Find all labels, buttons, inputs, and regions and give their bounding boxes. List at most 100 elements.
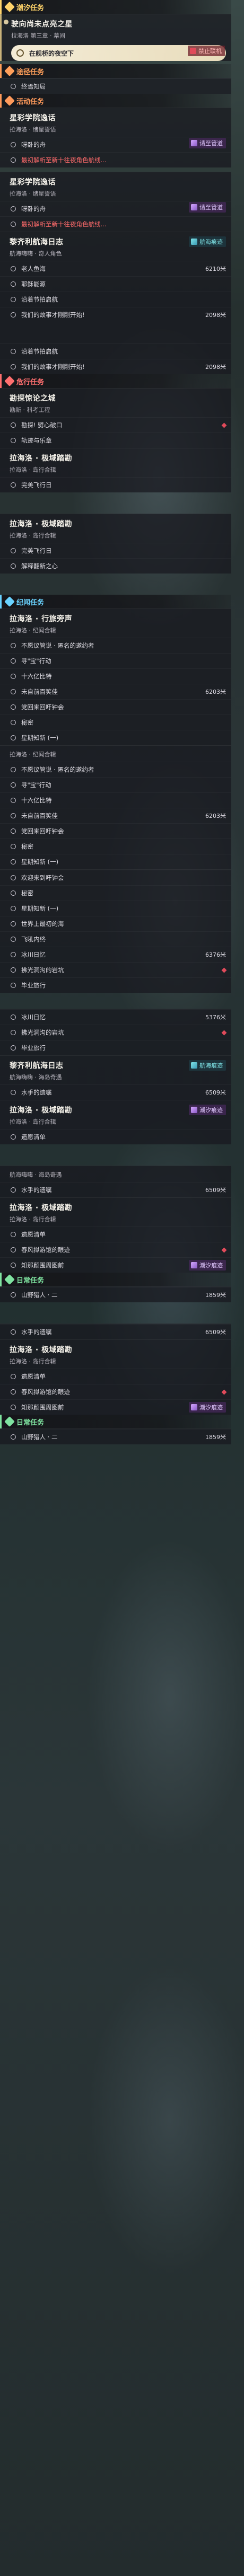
quest-objective[interactable]: 完美飞行日 <box>0 477 231 492</box>
quest-objective[interactable]: 冰川日忆 6376米 <box>0 947 231 962</box>
quest-group[interactable]: 星彩学院逸话 拉海洛 · 绪星誓语 呀卧的舟 最初解析至新十往夜角色航线... … <box>0 172 231 232</box>
quest-objective[interactable]: 知那颜围周图前 潮汐痕迹 <box>0 1399 231 1415</box>
quest-objective[interactable]: 寻"宝"行动 <box>0 653 231 668</box>
quest-objective[interactable]: 完美飞行日 <box>0 543 231 558</box>
quest-group[interactable]: 拉海洛 · 极域踏勘 拉海洛 · 岛行合辑 遗愿清单 春风拟游馆的眼迹 知那颜围… <box>0 1197 231 1273</box>
quest-objective[interactable]: 未自前百笑佳 6203米 <box>0 808 231 823</box>
quest-header[interactable]: 拉海洛 · 极域踏勘 拉海洛 · 岛行合辑 <box>0 1198 231 1227</box>
objective-marker-icon <box>11 364 16 369</box>
objective-marker-icon <box>11 349 16 354</box>
quest-header[interactable]: 拉海洛 · 极域踏勘 拉海洛 · 岛行合辑 <box>0 1340 231 1369</box>
category-header-danger[interactable]: 危行任务 <box>0 374 231 388</box>
quest-objective[interactable]: 党回来回吁钟会 <box>0 699 231 714</box>
quest-objective[interactable]: 未自前百笑佳 6203米 <box>0 684 231 699</box>
quest-objective[interactable]: 知那颜围周图前 潮汐痕迹 <box>0 1257 231 1273</box>
quest-group[interactable]: 驶向尚未点亮之星 拉海洛 第三章 · 幕间 在舰桥的夜空下 禁止联机 <box>0 14 231 61</box>
quest-group[interactable]: 拉海洛 · 极域踏勘 拉海洛 · 岛行合辑 遗愿清单 春风拟游馆的眼迹 知那颜围… <box>0 1339 231 1415</box>
category-header-daily[interactable]: 日常任务 <box>0 1273 231 1286</box>
quest-objective[interactable]: 飞吼内终 <box>0 931 231 947</box>
objective-marker-icon <box>11 1434 16 1440</box>
quest-objective[interactable]: 老人鱼海 6210米 <box>0 261 231 276</box>
quest-header[interactable]: 拉海洛 · 极域踏勘 拉海洛 · 岛行合辑 <box>0 514 231 543</box>
quest-objective[interactable]: 拂光洞沟的岩坑 <box>0 962 231 977</box>
quest-objective[interactable]: 不愿议管说 · 匿名的邀约者 <box>0 762 231 777</box>
quest-title: 拉海洛 · 极域踏勘 <box>10 520 73 528</box>
quest-objective[interactable]: 我们的故事才刚刚开始! 2098米 <box>0 359 231 374</box>
quest-objective[interactable]: 不愿议管说 · 匿名的邀约者 <box>0 638 231 653</box>
quest-header[interactable]: 星彩学院逸话 拉海洛 · 绪星誓语 <box>0 172 231 201</box>
quest-group[interactable]: 拉海洛 · 极域踏勘 拉海洛 · 岛行合辑 完美飞行日 <box>0 448 231 492</box>
quest-objective[interactable]: 沿着节拍启航 <box>0 343 231 359</box>
quest-objective[interactable]: 毕业旅行 <box>0 977 231 993</box>
quest-group[interactable]: 航海嗨嗨 · 海岛奇遇 水手的遗嘱 6509米 <box>0 1166 231 1197</box>
quest-objective[interactable]: 耶稣能源 <box>0 276 231 292</box>
quest-group[interactable]: 勘探惊论之城 勘新 · 科考工程 勘探! 劈心破口 轨迹与乐章 <box>0 388 231 448</box>
quest-objective[interactable]: 山野猎人 · 二 1859米 <box>0 1287 231 1302</box>
quest-header[interactable]: 勘探惊论之城 勘新 · 科考工程 <box>0 389 231 417</box>
quest-objective-warning[interactable]: 最初解析至新十往夜角色航线... <box>0 152 231 167</box>
quest-title: 勘探惊论之城 <box>10 394 56 403</box>
objective-marker-icon <box>11 297 16 302</box>
quest-objective[interactable]: 水手的遗嘱 6509米 <box>0 1182 231 1197</box>
quest-objective[interactable]: 秘密 <box>0 839 231 854</box>
quest-group[interactable]: 水手的遗嘱 6509米 <box>0 1324 231 1339</box>
quest-header[interactable]: 拉海洛 · 纪闻合辑 <box>0 746 231 762</box>
quest-objective[interactable]: 星期知新 (一) <box>0 730 231 745</box>
quest-group[interactable]: 终焉知局 <box>0 78 231 94</box>
quest-objective[interactable]: 水手的遗嘱 6509米 <box>0 1084 231 1100</box>
category-header-daily[interactable]: 日常任务 <box>0 1415 231 1428</box>
objective-marker-icon <box>11 1389 16 1395</box>
objective-marker-icon <box>11 782 16 788</box>
quest-group[interactable]: 冰川日忆 5376米 拂光洞沟的岩坑 毕业旅行 <box>0 1009 231 1055</box>
quest-objective[interactable]: 星期知新 (一) <box>0 901 231 916</box>
quest-objective[interactable]: 毕业旅行 <box>0 1040 231 1055</box>
quest-objective[interactable]: 冰川日忆 5376米 <box>0 1009 231 1025</box>
quest-objective[interactable]: 解释翻新之心 <box>0 558 231 574</box>
quest-objective[interactable]: 我们的故事才刚刚开始! 2098米 <box>0 307 231 322</box>
quest-group[interactable]: 星彩学院逸话 拉海洛 · 绪星誓语 呀卧的舟 最初解析至新十往夜角色航线... … <box>0 108 231 167</box>
quest-objective[interactable]: 春风拟游馆的眼迹 <box>0 1242 231 1257</box>
quest-objective[interactable]: 十六亿比特 <box>0 668 231 684</box>
quest-group[interactable]: 欢迎来到吁钟会 秘密 星期知新 (一) 世界上最初的海 飞吼内终 冰川日忆 637… <box>0 869 231 993</box>
quest-header[interactable]: 驶向尚未点亮之星 拉海洛 第三章 · 幕间 <box>2 14 231 43</box>
quest-objective[interactable]: 遗愿清单 <box>0 1369 231 1384</box>
quest-header[interactable]: 星彩学院逸话 拉海洛 · 绪星誓语 <box>0 108 231 137</box>
quest-objective[interactable]: 世界上最初的海 <box>0 916 231 931</box>
quest-header[interactable]: 拉海洛 · 行旅旁声 拉海洛 · 纪闻合辑 <box>0 609 231 638</box>
quest-group[interactable]: 拉海洛 · 行旅旁声 拉海洛 · 纪闻合辑 不愿议管说 · 匿名的邀约者 寻"宝… <box>0 608 231 745</box>
quest-group[interactable]: 拉海洛 · 纪闻合辑 不愿议管说 · 匿名的邀约者 寻"宝"行动 十六亿比特 未… <box>0 745 231 869</box>
quest-objective[interactable]: 沿着节拍启航 <box>0 292 231 307</box>
quest-objective[interactable]: 秘密 <box>0 714 231 730</box>
entry-icon <box>191 140 197 146</box>
quest-group[interactable]: 山野猎人 · 二 1859米 <box>0 1286 231 1302</box>
quest-objective[interactable]: 党回来回吁钟会 <box>0 823 231 839</box>
quest-tracker-panel: 潮汐任务 驶向尚未点亮之星 拉海洛 第三章 · 幕间 在舰桥的夜空下 禁止联机 … <box>0 0 231 1444</box>
quest-objective[interactable]: 十六亿比特 <box>0 792 231 808</box>
quest-objective[interactable]: 星期知新 (一) <box>0 854 231 869</box>
quest-group[interactable]: 黎齐利航海日志 航海嗨嗨 · 奇人角色 航海痕迹 老人鱼海 6210米 耶稣能源… <box>0 232 231 374</box>
quest-objective[interactable]: 拂光洞沟的岩坑 <box>0 1025 231 1040</box>
quest-objective[interactable]: 遗愿清单 <box>0 1129 231 1144</box>
category-header-tidal[interactable]: 潮汐任务 <box>0 0 231 14</box>
quest-objective[interactable]: 遗愿清单 <box>0 1227 231 1242</box>
quest-objective[interactable]: 欢迎来到吁钟会 <box>0 870 231 885</box>
quest-group[interactable]: 黎齐利航海日志 航海嗨嗨 · 海岛奇遇 航海痕迹 水手的遗嘱 6509米 <box>0 1055 231 1100</box>
category-header-trip[interactable]: 途径任务 <box>0 64 231 78</box>
quest-header[interactable]: 拉海洛 · 极域踏勘 拉海洛 · 岛行合辑 <box>0 448 231 477</box>
quest-group[interactable]: 拉海洛 · 极域踏勘 拉海洛 · 岛行合辑 潮汐痕迹 遗愿清单 <box>0 1100 231 1144</box>
quest-group[interactable]: 山野猎人 · 二 1859米 <box>0 1428 231 1444</box>
quest-objective[interactable]: 山野猎人 · 二 1859米 <box>0 1429 231 1444</box>
quest-objective[interactable]: 秘密 <box>0 885 231 901</box>
quest-objective[interactable]: 寻"宝"行动 <box>0 777 231 792</box>
objective-marker-icon <box>11 735 16 740</box>
quest-objective[interactable]: 水手的遗嘱 6509米 <box>0 1324 231 1339</box>
category-header-chronicle[interactable]: 纪闻任务 <box>0 595 231 608</box>
quest-objective-warning[interactable]: 最初解析至新十往夜角色航线... <box>0 216 231 232</box>
category-header-activity[interactable]: 活动任务 <box>0 94 231 108</box>
quest-objective[interactable]: 轨迹与乐章 <box>0 433 231 448</box>
quest-objective[interactable]: 终焉知局 <box>0 78 231 94</box>
quest-header[interactable]: 航海嗨嗨 · 海岛奇遇 <box>0 1166 231 1182</box>
quest-objective[interactable]: 春风拟游馆的眼迹 <box>0 1384 231 1399</box>
quest-objective[interactable]: 勘探! 劈心破口 <box>0 417 231 433</box>
quest-group[interactable]: 拉海洛 · 极域踏勘 拉海洛 · 岛行合辑 完美飞行日 解释翻新之心 <box>0 514 231 574</box>
